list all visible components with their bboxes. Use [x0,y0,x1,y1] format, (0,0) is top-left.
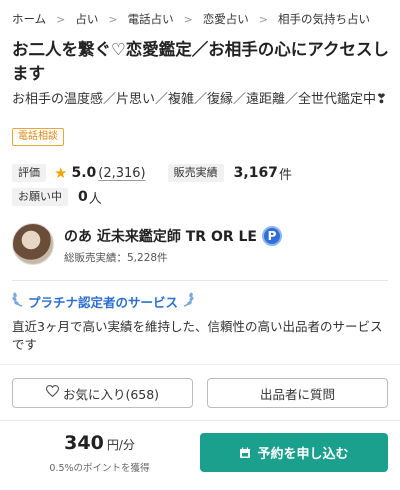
phone-consult-badge: 電話相談 [12,128,64,146]
divider [12,280,388,281]
stats-row: 評価 ★ 5.0 (2,316) 販売実績 3,167 件 [12,162,292,184]
sales-unit: 件 [278,167,292,183]
breadcrumb-item-phone-fortune[interactable]: 電話占い [128,11,174,27]
reserve-button[interactable]: 予約を申し込む [200,433,388,472]
request-label: お願い中 [12,188,68,206]
page-subtitle: お相手の温度感／片思い／複雑／復縁／遠距離／全世代鑑定中❣ [12,92,387,107]
seller-info: のあ 近未来鑑定師 TR OR LE P 総販売実績：5,228件 [64,224,282,265]
laurel-left-icon [12,291,24,311]
price-row: 340 円/分 [12,432,187,454]
chevron-right-icon: > [183,12,193,26]
seller-name-row: のあ 近未来鑑定師 TR OR LE P [64,224,282,248]
platinum-heading: プラチナ認定者のサービス [12,290,194,312]
price-block: 340 円/分 0.5%のポイントを獲得 [12,432,187,474]
laurel-right-icon [182,291,194,311]
avatar[interactable] [12,223,54,265]
seller-profile[interactable]: のあ 近未来鑑定師 TR OR LE P 総販売実績：5,228件 [12,220,390,268]
request-value: 0 [78,189,88,205]
rating-value: 5.0 [71,165,97,181]
chevron-right-icon: > [258,12,269,26]
platinum-description: 直近3ヶ月で高い実績を維持した、信頼性の高い出品者のサービスです [12,319,383,352]
seller-total-sales: 総販売実績：5,228件 [64,251,168,264]
star-icon: ★ [54,164,68,182]
breadcrumb-item-fortune[interactable]: 占い [75,11,98,27]
price-unit: 円/分 [106,438,135,452]
request-row: お願い中 0 人 [12,186,102,208]
request-unit: 人 [88,191,102,207]
points-text: 0.5%のポイントを獲得 [49,463,150,474]
favorite-label: お気に入り(658) [62,386,160,402]
calendar-icon [239,447,251,459]
heart-icon [45,385,59,401]
sales-value: 3,167 [233,165,278,181]
platinum-p-icon: P [262,225,282,246]
platinum-label: プラチナ認定者のサービス [28,294,179,310]
chevron-right-icon: > [108,12,118,26]
chevron-right-icon: > [56,12,66,26]
seller-name[interactable]: のあ 近未来鑑定師 TR OR LE [64,226,257,246]
price-amount: 340 [64,432,104,454]
breadcrumb-item-partner-feelings[interactable]: 相手の気持ち占い [278,11,370,27]
breadcrumb-item-home[interactable]: ホーム [12,11,46,27]
eval-label: 評価 [12,164,46,182]
ask-seller-button[interactable]: 出品者に質問 [207,378,388,408]
breadcrumb: ホーム > 占い > 電話占い > 恋愛占い > 相手の気持ち占い [12,10,392,28]
page-title: お二人を繋ぐ♡恋愛鑑定／お相手の心にアクセスします [12,40,389,83]
favorite-button[interactable]: お気に入り(658) [12,378,193,408]
rating-count-link[interactable]: (2,316) [98,166,145,181]
ask-seller-label: 出品者に質問 [259,386,335,402]
breadcrumb-item-love-fortune[interactable]: 恋愛占い [203,11,249,27]
sales-label: 販売実績 [167,164,224,182]
reserve-label: 予約を申し込む [257,447,349,462]
